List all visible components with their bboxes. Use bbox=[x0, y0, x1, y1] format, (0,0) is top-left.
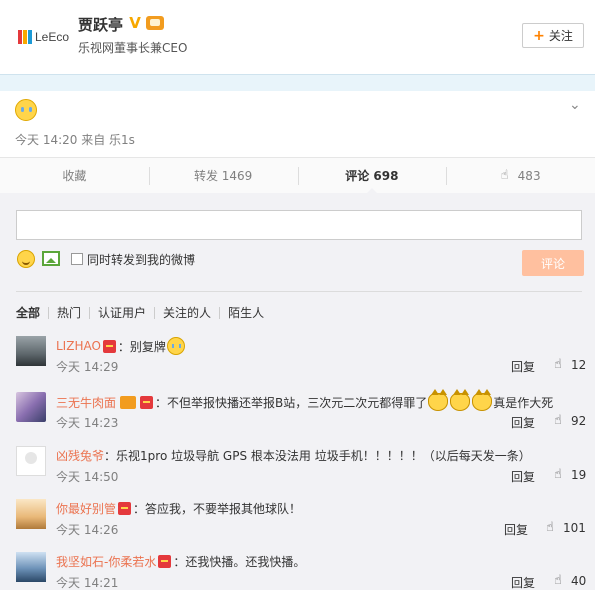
doge-emoji-icon bbox=[472, 389, 493, 411]
red-envelope-badge-icon bbox=[102, 339, 116, 353]
user-title: 乐视网董事长兼CEO bbox=[78, 41, 188, 55]
filter-hot[interactable]: 热门 bbox=[48, 307, 89, 319]
follow-label: 关注 bbox=[548, 29, 573, 43]
comment-like-count: 101 bbox=[563, 521, 586, 535]
comment-tab[interactable]: 评论 698 bbox=[297, 158, 447, 194]
vip-crown-icon bbox=[146, 16, 164, 30]
comment-username[interactable]: 凶残兔爷 bbox=[56, 447, 104, 464]
comment-text-after: 真是作大死 bbox=[493, 395, 554, 410]
red-envelope-badge-icon bbox=[118, 502, 132, 515]
avatar[interactable] bbox=[16, 552, 46, 582]
avatar[interactable] bbox=[16, 392, 46, 422]
doge-emoji-icon bbox=[428, 389, 449, 411]
reply-button[interactable]: 回复 bbox=[504, 521, 528, 538]
comment-item: 我坚如石-你柔若水 ：还我快播。还我快播。 今天 14:21 回复 ☝ 40 bbox=[16, 552, 586, 590]
comment-text: ：还我快播。还我快播。 bbox=[173, 555, 306, 569]
comment-text: ：别复牌 bbox=[117, 339, 166, 354]
thumbs-up-icon: ☝ bbox=[546, 520, 554, 535]
comment-username[interactable]: 你最好别管 bbox=[56, 500, 116, 517]
comment-like-count: 40 bbox=[571, 574, 587, 588]
like-button[interactable]: ☝ 483 bbox=[446, 158, 595, 193]
comment-like-count: 92 bbox=[571, 414, 587, 428]
comment-like-count: 19 bbox=[571, 468, 587, 482]
comment-like-button[interactable]: ☝ 40 bbox=[554, 573, 587, 589]
comment-item: LIZHAO ：别复牌 今天 14:29 回复 ☝ 12 bbox=[16, 336, 586, 376]
doge-emoji-icon bbox=[450, 389, 471, 411]
comment-text: ：乐视1pro 垃圾导航 GPS 根本没法用 垃圾手机！！！！！（以后每天发一条… bbox=[104, 449, 531, 463]
reply-button[interactable]: 回复 bbox=[511, 358, 535, 375]
leeco-logo-mark-icon bbox=[18, 30, 32, 44]
crying-emoji-icon bbox=[166, 337, 185, 355]
comment-username[interactable]: LIZHAO bbox=[56, 339, 101, 353]
red-envelope-badge-icon bbox=[158, 555, 172, 568]
filter-verified[interactable]: 认证用户 bbox=[89, 307, 154, 319]
comment-text: ：不但举报快播还举报B站，三次元二次元都得罪了 bbox=[155, 395, 428, 410]
comment-time: 今天 14:29 bbox=[56, 360, 119, 374]
submit-comment-button[interactable]: 评论 bbox=[522, 250, 584, 276]
like-count: 483 bbox=[517, 168, 541, 183]
avatar[interactable] bbox=[16, 336, 46, 366]
image-upload-icon[interactable] bbox=[42, 251, 60, 266]
avatar[interactable] bbox=[16, 446, 46, 476]
chevron-down-icon[interactable]: ⌄ bbox=[569, 97, 585, 113]
profile-header: LeEco 贾跃亭 V 乐视网董事长兼CEO + 关注 bbox=[0, 0, 595, 74]
crying-emoji-icon bbox=[15, 99, 37, 121]
user-name[interactable]: 贾跃亭 bbox=[78, 14, 123, 35]
thumbs-up-icon: ☝ bbox=[554, 357, 562, 372]
thumbs-up-icon: ☝ bbox=[500, 167, 509, 183]
smiley-emoji-icon[interactable] bbox=[17, 250, 35, 268]
verified-v-icon: V bbox=[129, 14, 141, 32]
comment-username[interactable]: 三无牛肉面 bbox=[56, 394, 116, 411]
comment-username[interactable]: 我坚如石-你柔若水 bbox=[56, 553, 156, 570]
thumbs-up-icon: ☝ bbox=[554, 413, 562, 428]
comment-time: 今天 14:21 bbox=[56, 576, 119, 590]
panel-divider bbox=[16, 291, 582, 292]
thumbs-up-icon: ☝ bbox=[554, 467, 562, 482]
post-action-bar: 收藏 转发 1469 评论 698 ☝ 483 bbox=[0, 157, 595, 194]
post-meta: 今天 14:20 来自 乐1s bbox=[15, 133, 135, 147]
red-envelope-badge-icon bbox=[140, 395, 154, 409]
comment-filter-tabs: 全部 热门 认证用户 关注的人 陌生人 bbox=[16, 307, 272, 319]
comment-time: 今天 14:50 bbox=[56, 470, 119, 484]
comment-panel: 同时转发到我的微博 评论 全部 热门 认证用户 关注的人 陌生人 LIZHAO … bbox=[0, 193, 595, 590]
header-divider-band bbox=[0, 74, 595, 91]
comment-text: ：答应我，不要举报其他球队！ bbox=[133, 502, 302, 516]
favorite-button[interactable]: 收藏 bbox=[0, 158, 149, 193]
vip-crown-icon bbox=[120, 395, 137, 409]
thumbs-up-icon: ☝ bbox=[554, 573, 562, 588]
comment-like-button[interactable]: ☝ 12 bbox=[554, 357, 587, 373]
comment-like-button[interactable]: ☝ 92 bbox=[554, 413, 587, 429]
comment-input[interactable] bbox=[16, 210, 582, 240]
comment-like-button[interactable]: ☝ 101 bbox=[546, 520, 586, 536]
filter-following[interactable]: 关注的人 bbox=[154, 307, 219, 319]
also-repost-checkbox[interactable] bbox=[71, 253, 83, 265]
reply-button[interactable]: 回复 bbox=[511, 414, 535, 431]
comment-like-button[interactable]: ☝ 19 bbox=[554, 467, 587, 483]
comment-time: 今天 14:26 bbox=[56, 523, 119, 537]
follow-button[interactable]: + 关注 bbox=[522, 23, 584, 48]
reply-button[interactable]: 回复 bbox=[511, 574, 535, 590]
filter-strangers[interactable]: 陌生人 bbox=[219, 307, 272, 319]
comment-item: 凶残兔爷 ：乐视1pro 垃圾导航 GPS 根本没法用 垃圾手机！！！！！（以后… bbox=[16, 446, 586, 486]
repost-button[interactable]: 转发 1469 bbox=[148, 158, 298, 193]
comment-item: 你最好别管 ：答应我，不要举报其他球队！ 今天 14:26 回复 ☝ 101 bbox=[16, 499, 586, 539]
plus-icon: + bbox=[533, 27, 545, 44]
logo-text: LeEco bbox=[35, 30, 70, 44]
filter-all[interactable]: 全部 bbox=[16, 307, 48, 319]
comment-item: 三无牛肉面 ：不但举报快播还举报B站，三次元二次元都得罪了 真是作大死 今天 1… bbox=[16, 389, 586, 432]
also-repost-label: 同时转发到我的微博 bbox=[87, 253, 196, 267]
comment-time: 今天 14:23 bbox=[56, 416, 119, 430]
avatar[interactable] bbox=[16, 499, 46, 529]
leeco-logo[interactable]: LeEco bbox=[18, 30, 69, 44]
comment-like-count: 12 bbox=[571, 358, 587, 372]
reply-button[interactable]: 回复 bbox=[511, 468, 535, 485]
